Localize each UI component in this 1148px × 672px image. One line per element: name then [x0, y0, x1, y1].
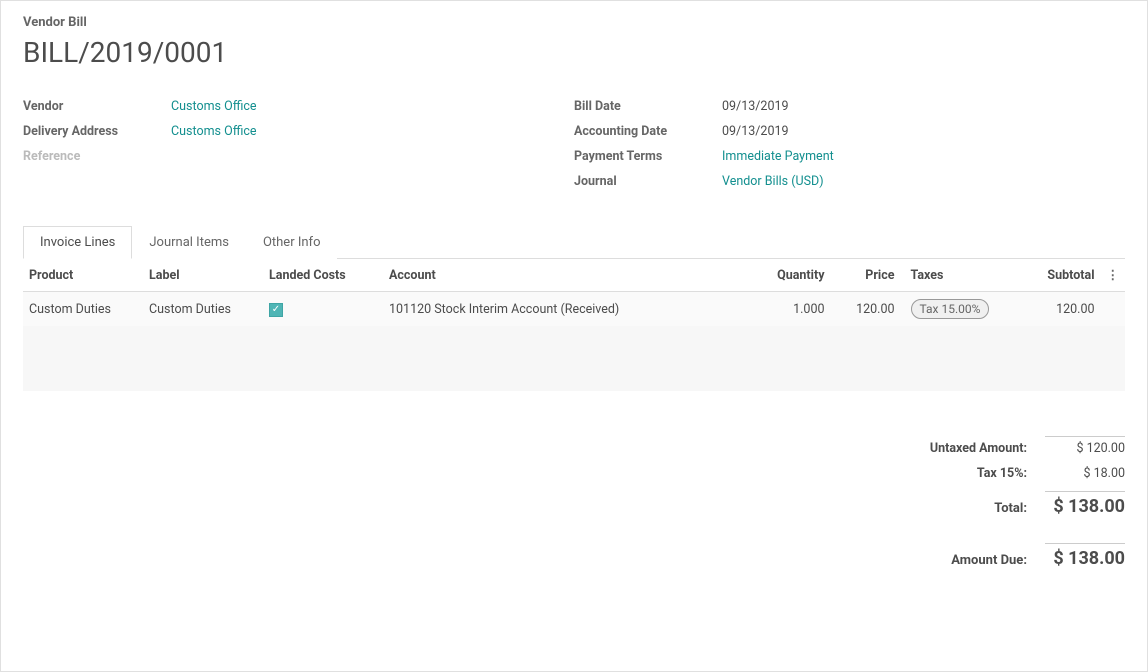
totals-tax: Tax 15%: $ 18.00 — [895, 461, 1125, 486]
totals-total-value: $ 138.00 — [1045, 491, 1125, 517]
col-taxes: Taxes — [901, 259, 1011, 292]
cell-quantity: 1.000 — [741, 292, 831, 327]
totals-amount-due-value: $ 138.00 — [1045, 543, 1125, 569]
col-landed-costs: Landed Costs — [263, 259, 383, 292]
checkbox-checked-icon[interactable]: ✓ — [269, 303, 283, 317]
field-bill-date: Bill Date 09/13/2019 — [574, 97, 1125, 115]
table-header-row: Product Label Landed Costs Account Quant… — [23, 259, 1125, 292]
tab-invoice-lines[interactable]: Invoice Lines — [23, 226, 132, 259]
col-account: Account — [383, 259, 741, 292]
field-value-accounting-date[interactable]: 09/13/2019 — [722, 124, 789, 139]
col-price: Price — [831, 259, 901, 292]
doc-title: BILL/2019/0001 — [23, 36, 1125, 69]
header-right-col: Bill Date 09/13/2019 Accounting Date 09/… — [574, 97, 1125, 197]
field-value-vendor[interactable]: Customs Office — [171, 99, 257, 114]
invoice-lines-table: Product Label Landed Costs Account Quant… — [23, 259, 1125, 391]
totals-untaxed-label: Untaxed Amount: — [895, 441, 1045, 456]
totals-tax-value: $ 18.00 — [1045, 466, 1125, 481]
field-label-delivery-address: Delivery Address — [23, 124, 171, 139]
field-payment-terms: Payment Terms Immediate Payment — [574, 147, 1125, 165]
cell-account: 101120 Stock Interim Account (Received) — [383, 292, 741, 327]
field-label-reference: Reference — [23, 149, 171, 164]
tab-other-info[interactable]: Other Info — [246, 226, 338, 259]
cell-landed-costs: ✓ — [263, 292, 383, 327]
table-row[interactable]: Custom Duties Custom Duties ✓ 101120 Sto… — [23, 292, 1125, 327]
totals-untaxed-value: $ 120.00 — [1045, 436, 1125, 456]
field-value-delivery-address[interactable]: Customs Office — [171, 124, 257, 139]
field-label-vendor: Vendor — [23, 99, 171, 114]
header-left-col: Vendor Customs Office Delivery Address C… — [23, 97, 574, 197]
cell-product: Custom Duties — [23, 292, 143, 327]
col-quantity: Quantity — [741, 259, 831, 292]
col-product: Product — [23, 259, 143, 292]
field-value-bill-date[interactable]: 09/13/2019 — [722, 99, 789, 114]
doc-type-label: Vendor Bill — [23, 15, 1125, 30]
header-fields: Vendor Customs Office Delivery Address C… — [23, 97, 1125, 197]
totals-untaxed: Untaxed Amount: $ 120.00 — [895, 431, 1125, 461]
table-empty-area[interactable] — [23, 326, 1125, 391]
cell-subtotal: 120.00 — [1011, 292, 1101, 327]
field-reference: Reference — [23, 147, 574, 165]
totals-amount-due-label: Amount Due: — [895, 553, 1045, 568]
field-value-journal[interactable]: Vendor Bills (USD) — [722, 174, 824, 189]
field-journal: Journal Vendor Bills (USD) — [574, 172, 1125, 190]
field-label-journal: Journal — [574, 174, 722, 189]
vertical-dots-icon: ⋮ — [1107, 268, 1120, 283]
totals-tax-label: Tax 15%: — [895, 466, 1045, 481]
cell-options — [1101, 292, 1126, 327]
totals-amount-due: Amount Due: $ 138.00 — [895, 538, 1125, 574]
field-accounting-date: Accounting Date 09/13/2019 — [574, 122, 1125, 140]
field-label-payment-terms: Payment Terms — [574, 149, 722, 164]
totals-block: Untaxed Amount: $ 120.00 Tax 15%: $ 18.0… — [895, 431, 1125, 574]
cell-taxes: Tax 15.00% — [901, 292, 1011, 327]
col-subtotal: Subtotal — [1011, 259, 1101, 292]
tax-badge[interactable]: Tax 15.00% — [911, 299, 990, 319]
check-icon: ✓ — [272, 305, 280, 315]
field-label-bill-date: Bill Date — [574, 99, 722, 114]
cell-label: Custom Duties — [143, 292, 263, 327]
field-value-payment-terms[interactable]: Immediate Payment — [722, 149, 834, 164]
cell-price: 120.00 — [831, 292, 901, 327]
tab-journal-items[interactable]: Journal Items — [132, 226, 246, 259]
field-vendor: Vendor Customs Office — [23, 97, 574, 115]
col-options-icon[interactable]: ⋮ — [1101, 259, 1126, 292]
totals-total-label: Total: — [895, 501, 1045, 516]
tab-bar: Invoice Lines Journal Items Other Info — [23, 225, 1125, 259]
vendor-bill-form: Vendor Bill BILL/2019/0001 Vendor Custom… — [0, 0, 1148, 672]
field-delivery-address: Delivery Address Customs Office — [23, 122, 574, 140]
field-label-accounting-date: Accounting Date — [574, 124, 722, 139]
totals-total: Total: $ 138.00 — [895, 486, 1125, 522]
col-label: Label — [143, 259, 263, 292]
